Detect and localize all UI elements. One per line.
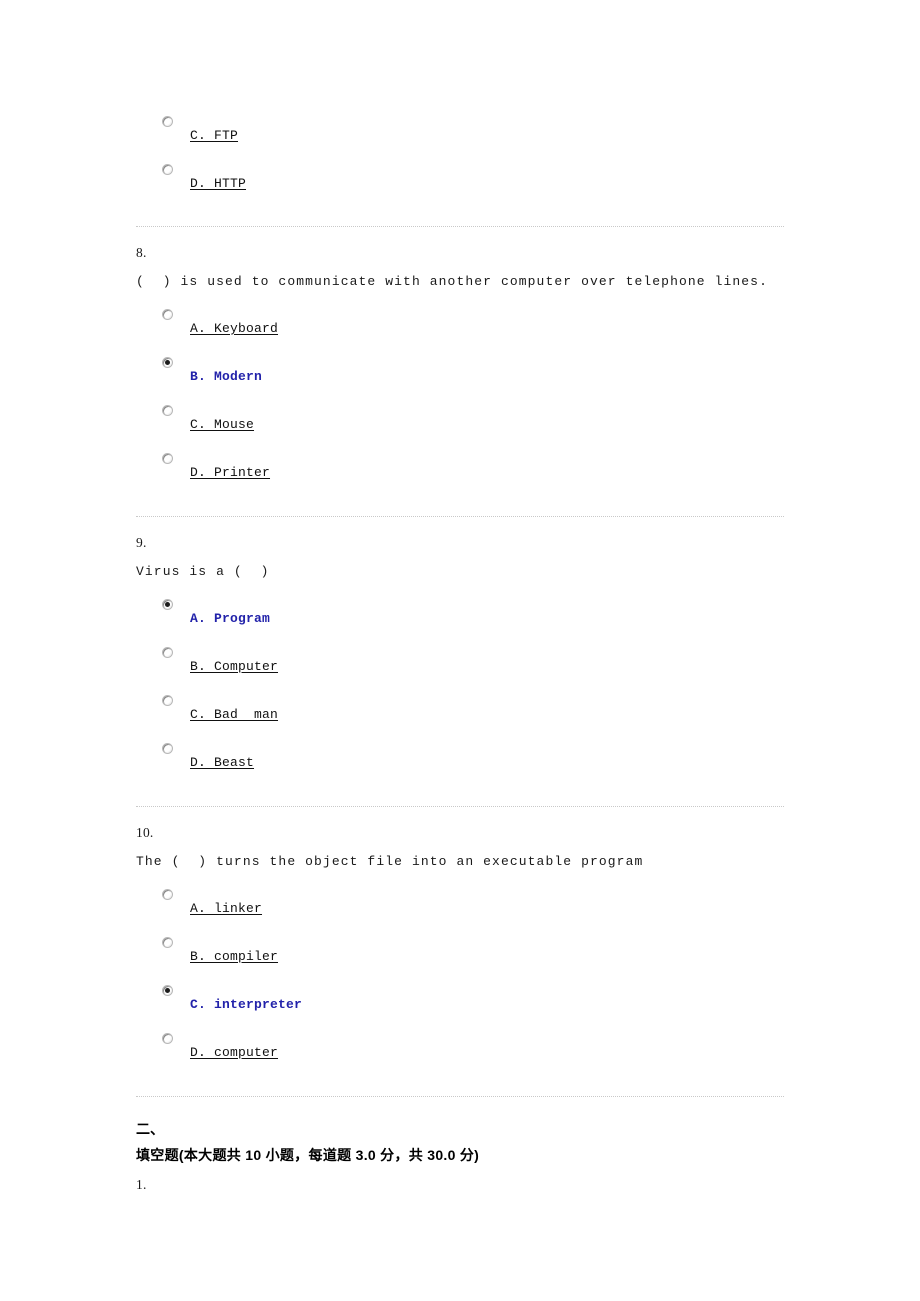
option-item[interactable]: C. Bad man: [136, 689, 784, 737]
section-title: 填空题(本大题共 10 小题，每道题 3.0 分，共 30.0 分): [136, 1147, 480, 1163]
option-item[interactable]: C. interpreter: [136, 979, 784, 1027]
option-label[interactable]: D. Printer: [190, 465, 270, 480]
exam-page: C. FTP D. HTTP 8. ( ) is used to communi…: [136, 0, 784, 1193]
radio-button-unchecked-icon[interactable]: [162, 743, 173, 754]
radio-button-unchecked-icon[interactable]: [162, 116, 173, 127]
question-block-8: 8. ( ) is used to communicate with anoth…: [136, 227, 784, 495]
radio-button-unchecked-icon[interactable]: [162, 647, 173, 658]
question-block-9: 9. Virus is a ( ) A. Program B. Computer…: [136, 517, 784, 785]
question-stem: Virus is a ( ): [136, 564, 270, 579]
option-label[interactable]: A. linker: [190, 901, 262, 916]
question-number: 10.: [136, 825, 154, 840]
radio-button-unchecked-icon[interactable]: [162, 889, 173, 900]
option-label[interactable]: B. Computer: [190, 659, 278, 674]
option-item[interactable]: B. Modern: [136, 351, 784, 399]
question-number: 9.: [136, 535, 147, 550]
radio-button-unchecked-icon[interactable]: [162, 695, 173, 706]
question-number: 1.: [136, 1177, 147, 1192]
option-label[interactable]: A. Keyboard: [190, 321, 278, 336]
radio-button-unchecked-icon[interactable]: [162, 164, 173, 175]
radio-button-unchecked-icon[interactable]: [162, 309, 173, 320]
option-label[interactable]: D. HTTP: [190, 176, 246, 191]
option-label[interactable]: D. computer: [190, 1045, 278, 1060]
option-item[interactable]: B. Computer: [136, 641, 784, 689]
option-item[interactable]: D. Beast: [136, 737, 784, 785]
option-label[interactable]: A. Program: [190, 611, 270, 626]
radio-button-checked-icon[interactable]: [162, 599, 173, 610]
option-item[interactable]: C. FTP: [136, 110, 784, 158]
option-item[interactable]: A. Program: [136, 593, 784, 641]
option-label[interactable]: C. interpreter: [190, 997, 302, 1012]
radio-button-checked-icon[interactable]: [162, 985, 173, 996]
option-label[interactable]: C. Bad man: [190, 707, 278, 722]
question-block-10: 10. The ( ) turns the object file into a…: [136, 807, 784, 1075]
option-list: A. linker B. compiler C. interpreter D. …: [136, 883, 784, 1075]
option-item[interactable]: C. Mouse: [136, 399, 784, 447]
option-label[interactable]: C. FTP: [190, 128, 238, 143]
radio-button-unchecked-icon[interactable]: [162, 405, 173, 416]
option-list: C. FTP D. HTTP: [136, 110, 784, 206]
radio-button-unchecked-icon[interactable]: [162, 453, 173, 464]
option-list: A. Program B. Computer C. Bad man D. Bea…: [136, 593, 784, 785]
option-label[interactable]: B. compiler: [190, 949, 278, 964]
question-stem: ( ) is used to communicate with another …: [136, 274, 768, 289]
option-item[interactable]: D. Printer: [136, 447, 784, 495]
option-label[interactable]: C. Mouse: [190, 417, 254, 432]
option-item[interactable]: A. linker: [136, 883, 784, 931]
option-item[interactable]: A. Keyboard: [136, 303, 784, 351]
radio-button-unchecked-icon[interactable]: [162, 1033, 173, 1044]
radio-button-checked-icon[interactable]: [162, 357, 173, 368]
option-label[interactable]: D. Beast: [190, 755, 254, 770]
option-label[interactable]: B. Modern: [190, 369, 262, 384]
option-item[interactable]: D. computer: [136, 1027, 784, 1075]
radio-button-unchecked-icon[interactable]: [162, 937, 173, 948]
option-item[interactable]: B. compiler: [136, 931, 784, 979]
question-stem: The ( ) turns the object file into an ex…: [136, 854, 644, 869]
option-item[interactable]: D. HTTP: [136, 158, 784, 206]
section-index: 二、: [136, 1121, 164, 1137]
option-list: A. Keyboard B. Modern C. Mouse D. Printe…: [136, 303, 784, 495]
question-number: 8.: [136, 245, 147, 260]
question-block-7-tail: C. FTP D. HTTP: [136, 0, 784, 206]
section-heading-block: 二、 填空题(本大题共 10 小题，每道题 3.0 分，共 30.0 分) 1.: [136, 1097, 784, 1193]
